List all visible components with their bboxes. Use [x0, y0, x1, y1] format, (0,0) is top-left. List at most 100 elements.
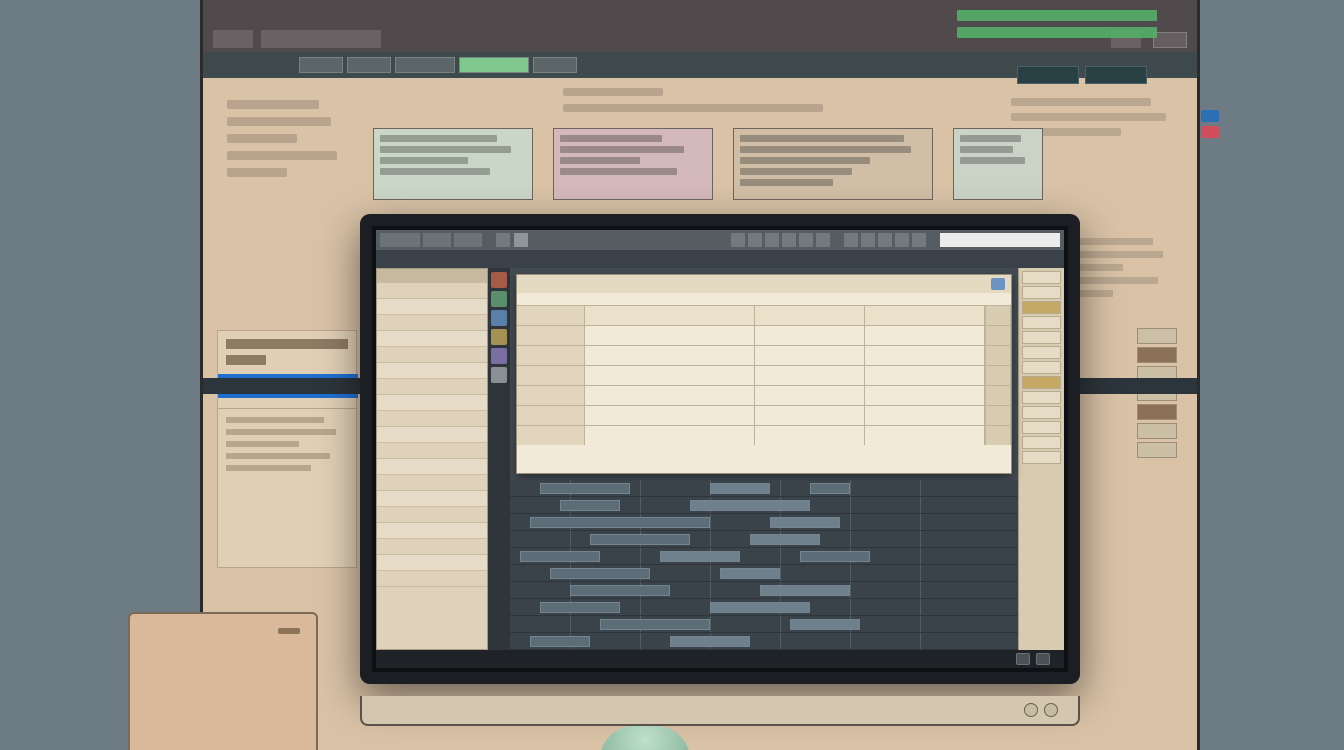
row-action-button[interactable]: [985, 346, 1011, 365]
timeline-clip[interactable]: [520, 551, 600, 562]
right-panel-slot[interactable]: [1022, 451, 1061, 464]
row-action-button[interactable]: [985, 366, 1011, 385]
timeline-clip[interactable]: [530, 517, 710, 528]
palette-swatch[interactable]: [491, 367, 507, 383]
row-action-button[interactable]: [985, 326, 1011, 345]
right-panel-slot[interactable]: [1022, 376, 1061, 389]
timeline-track[interactable]: [510, 616, 1018, 633]
right-panel-slot[interactable]: [1022, 391, 1061, 404]
right-panel-slot[interactable]: [1022, 301, 1061, 314]
toolbar-icon[interactable]: [731, 233, 745, 247]
timeline-clip[interactable]: [800, 551, 870, 562]
sidebar-item[interactable]: [377, 507, 487, 523]
timeline-clip[interactable]: [790, 619, 860, 630]
sidebar-item[interactable]: [377, 539, 487, 555]
toolbar-icon[interactable]: [765, 233, 779, 247]
timeline-track[interactable]: [510, 582, 1018, 599]
toolbar-icon[interactable]: [912, 233, 926, 247]
sidebar-item[interactable]: [377, 427, 487, 443]
timeline-clip[interactable]: [720, 568, 780, 579]
back-slot[interactable]: [1137, 442, 1177, 458]
timeline-clip[interactable]: [710, 602, 810, 613]
right-panel-slot[interactable]: [1022, 271, 1061, 284]
palette-swatch[interactable]: [491, 310, 507, 326]
toolbar-icon[interactable]: [748, 233, 762, 247]
timeline-track[interactable]: [510, 599, 1018, 616]
timeline-clip[interactable]: [560, 500, 620, 511]
right-panel-slot[interactable]: [1022, 421, 1061, 434]
back-slot[interactable]: [1137, 404, 1177, 420]
toolbar-icon[interactable]: [878, 233, 892, 247]
toolbar-icon[interactable]: [816, 233, 830, 247]
sidebar-item[interactable]: [377, 459, 487, 475]
timeline-clip[interactable]: [660, 551, 740, 562]
sidebar-item[interactable]: [377, 315, 487, 331]
right-panel-slot[interactable]: [1022, 316, 1061, 329]
palette-swatch[interactable]: [491, 348, 507, 364]
timeline-clip[interactable]: [550, 568, 650, 579]
sidebar-item[interactable]: [377, 475, 487, 491]
right-panel-slot[interactable]: [1022, 361, 1061, 374]
back-slot[interactable]: [1137, 328, 1177, 344]
right-panel-slot[interactable]: [1022, 286, 1061, 299]
back-card[interactable]: [373, 128, 533, 200]
row-action-button[interactable]: [985, 406, 1011, 425]
sidebar-item[interactable]: [377, 523, 487, 539]
timeline-clip[interactable]: [770, 517, 840, 528]
back-toolbar-button[interactable]: [395, 57, 455, 73]
sidebar-item[interactable]: [377, 443, 487, 459]
right-panel-slot[interactable]: [1022, 346, 1061, 359]
timeline-clip[interactable]: [600, 619, 710, 630]
back-slot[interactable]: [1137, 347, 1177, 363]
timeline-track[interactable]: [510, 514, 1018, 531]
front-menu-item[interactable]: [380, 233, 420, 247]
toolbar-icon[interactable]: [782, 233, 796, 247]
right-panel-slot[interactable]: [1022, 406, 1061, 419]
sidebar-item[interactable]: [377, 395, 487, 411]
back-card[interactable]: [953, 128, 1043, 200]
back-toolbar-button[interactable]: [299, 57, 343, 73]
timeline-track[interactable]: [510, 497, 1018, 514]
right-panel-slot[interactable]: [1022, 436, 1061, 449]
sidebar-item[interactable]: [377, 363, 487, 379]
sidebar-item[interactable]: [377, 555, 487, 571]
back-toolbar-button[interactable]: [533, 57, 577, 73]
front-timeline[interactable]: [510, 480, 1018, 650]
timeline-clip[interactable]: [670, 636, 750, 647]
toolbar-icon[interactable]: [496, 233, 510, 247]
sidebar-item[interactable]: [377, 299, 487, 315]
back-menu-item[interactable]: [249, 63, 265, 67]
toolbar-icon[interactable]: [514, 233, 528, 247]
back-slot[interactable]: [1137, 423, 1177, 439]
back-title-button[interactable]: [1153, 32, 1187, 48]
timeline-clip[interactable]: [810, 483, 850, 494]
back-menu-item[interactable]: [209, 63, 225, 67]
timeline-clip[interactable]: [710, 483, 770, 494]
timeline-track[interactable]: [510, 531, 1018, 548]
palette-swatch[interactable]: [491, 329, 507, 345]
front-menu-item[interactable]: [423, 233, 451, 247]
front-search-input[interactable]: [940, 233, 1060, 247]
toolbar-icon[interactable]: [844, 233, 858, 247]
timeline-track[interactable]: [510, 480, 1018, 497]
toolbar-icon[interactable]: [861, 233, 875, 247]
toolbar-icon[interactable]: [895, 233, 909, 247]
timeline-clip[interactable]: [690, 500, 810, 511]
back-card[interactable]: [553, 128, 713, 200]
status-icon[interactable]: [1016, 653, 1030, 665]
sidebar-item[interactable]: [377, 331, 487, 347]
sidebar-item[interactable]: [377, 571, 487, 587]
back-toolbar-button[interactable]: [347, 57, 391, 73]
palette-swatch[interactable]: [491, 291, 507, 307]
sidebar-item[interactable]: [377, 491, 487, 507]
timeline-clip[interactable]: [590, 534, 690, 545]
timeline-track[interactable]: [510, 633, 1018, 650]
sidebar-item[interactable]: [377, 411, 487, 427]
dialog-help-icon[interactable]: [991, 278, 1005, 290]
row-action-button[interactable]: [985, 426, 1011, 445]
timeline-clip[interactable]: [540, 483, 630, 494]
back-card[interactable]: [733, 128, 933, 200]
sidebar-item[interactable]: [377, 283, 487, 299]
timeline-clip[interactable]: [530, 636, 590, 647]
sidebar-item[interactable]: [377, 379, 487, 395]
